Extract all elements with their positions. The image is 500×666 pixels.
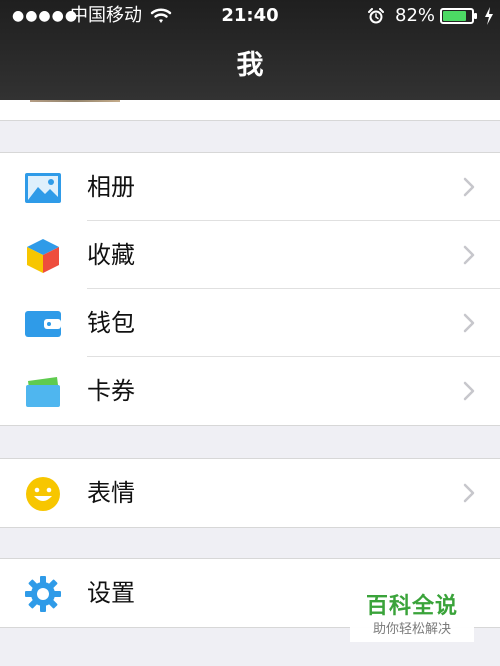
menu-group-stickers: 表情 (0, 458, 500, 528)
chevron-right-icon (463, 313, 475, 333)
profile-card[interactable] (0, 100, 500, 121)
alarm-icon (368, 8, 384, 24)
photo-album-icon (25, 173, 61, 203)
battery-nub (474, 13, 477, 19)
menu-item-cards[interactable]: 卡券 (0, 357, 500, 425)
battery-level (443, 11, 466, 21)
menu-item-album[interactable]: 相册 (0, 153, 500, 221)
page-title: 我 (236, 50, 264, 81)
chevron-right-icon (463, 483, 475, 503)
watermark-subtitle: 助你轻松解决 (372, 622, 451, 637)
wallet-icon (25, 311, 61, 337)
settings-gear-icon (25, 576, 61, 612)
chevron-right-icon (463, 245, 475, 265)
menu-label: 设置 (87, 579, 135, 607)
menu-group-main: 相册 收藏 钱包 卡券 (0, 152, 500, 426)
menu-item-favorites[interactable]: 收藏 (0, 221, 500, 289)
smiley-icon (26, 477, 60, 511)
chevron-right-icon (463, 177, 475, 197)
menu-label: 相册 (87, 173, 135, 201)
watermark-title: 百科全说 (365, 594, 458, 619)
status-bar: ●●●●● 中国移动 21:40 82% (0, 0, 500, 32)
menu-label: 卡券 (87, 377, 135, 405)
menu-label: 表情 (87, 479, 135, 507)
menu-label: 钱包 (87, 309, 135, 337)
menu-item-wallet[interactable]: 钱包 (0, 289, 500, 357)
favorites-cube-icon (27, 239, 59, 273)
watermark: 百科全说 助你轻松解决 (350, 584, 474, 642)
battery-percentage: 82% (395, 5, 436, 26)
profile-avatar-edge (30, 100, 120, 102)
menu-label: 收藏 (87, 241, 135, 269)
top-bar: ●●●●● 中国移动 21:40 82% 我 (0, 0, 500, 100)
menu-item-stickers[interactable]: 表情 (0, 459, 500, 527)
charging-bolt-icon (485, 7, 493, 25)
card-coupon-icon (26, 377, 60, 407)
chevron-right-icon (463, 381, 475, 401)
battery-icon (440, 8, 474, 24)
